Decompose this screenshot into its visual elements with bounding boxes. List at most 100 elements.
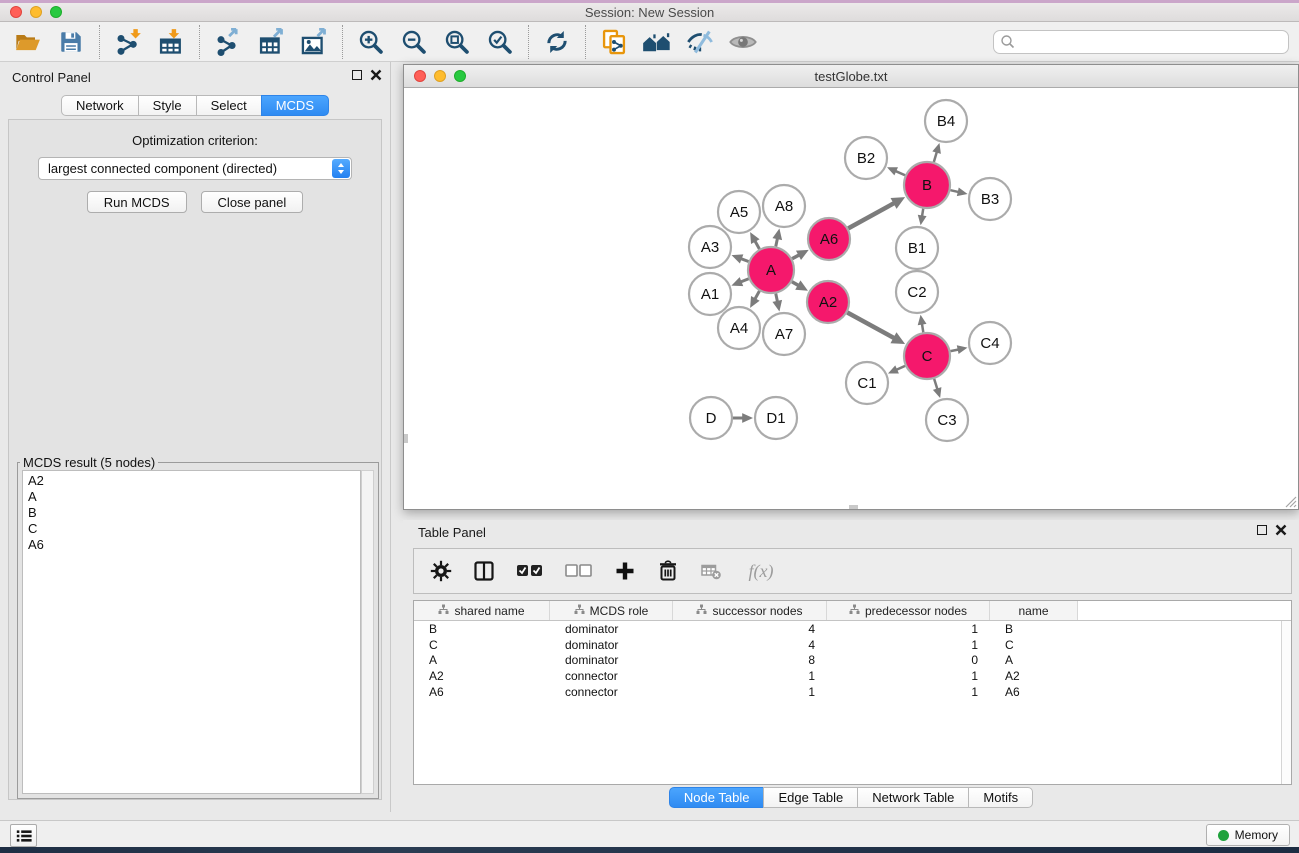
mcds-result-item[interactable]: A2: [28, 473, 355, 489]
import-network-icon[interactable]: [111, 25, 145, 59]
graph-node-A[interactable]: A: [748, 247, 794, 293]
import-table-icon[interactable]: [154, 25, 188, 59]
zoom-out-icon[interactable]: [397, 25, 431, 59]
apply-layout-icon[interactable]: [540, 25, 574, 59]
home-icon[interactable]: [640, 25, 674, 59]
graph-node-A5[interactable]: A5: [718, 191, 760, 233]
tab-node-table[interactable]: Node Table: [669, 787, 765, 808]
table-row[interactable]: A6connector11A6: [414, 684, 1291, 700]
cell-name[interactable]: B: [990, 622, 1078, 636]
graph-node-D1[interactable]: D1: [755, 397, 797, 439]
table-row[interactable]: A2connector11A2: [414, 668, 1291, 684]
zoom-selected-icon[interactable]: [483, 25, 517, 59]
tab-select[interactable]: Select: [196, 95, 262, 116]
table-settings-icon[interactable]: [428, 558, 454, 584]
memory-button[interactable]: Memory: [1206, 824, 1290, 846]
zoom-in-icon[interactable]: [354, 25, 388, 59]
cell-shared-name[interactable]: A: [414, 653, 550, 667]
graph-node-A4[interactable]: A4: [718, 307, 760, 349]
graph-node-A2[interactable]: A2: [807, 281, 849, 323]
cell-successor-nodes[interactable]: 4: [673, 638, 827, 652]
graph-edge-B-B3[interactable]: [950, 190, 958, 192]
criterion-dropdown[interactable]: largest connected component (directed): [38, 157, 352, 180]
tab-style[interactable]: Style: [138, 95, 197, 116]
mcds-result-item[interactable]: A: [28, 489, 355, 505]
cell-MCDS-role[interactable]: dominator: [550, 638, 673, 652]
mcds-result-item[interactable]: A6: [28, 537, 355, 553]
float-panel-icon[interactable]: [352, 70, 362, 80]
delete-column-icon[interactable]: [655, 558, 681, 584]
export-table-icon[interactable]: [254, 25, 288, 59]
graph-edge-C-C2[interactable]: [922, 324, 923, 333]
graph-edge-A2-C[interactable]: [847, 313, 894, 339]
export-network-icon[interactable]: [211, 25, 245, 59]
cell-shared-name[interactable]: A6: [414, 685, 550, 699]
graph-node-A8[interactable]: A8: [763, 185, 805, 227]
task-history-button[interactable]: [10, 824, 37, 847]
table-row[interactable]: Adominator80A: [414, 652, 1291, 668]
column-header-successor-nodes[interactable]: successor nodes: [673, 601, 827, 620]
deselect-all-icon[interactable]: [563, 558, 595, 584]
column-header-predecessor-nodes[interactable]: predecessor nodes: [827, 601, 990, 620]
column-layout-icon[interactable]: [471, 558, 497, 584]
save-session-icon[interactable]: [54, 25, 88, 59]
graph-node-C[interactable]: C: [904, 333, 950, 379]
mcds-result-list[interactable]: A2ABCA6: [22, 470, 361, 794]
close-table-panel-icon[interactable]: [1275, 524, 1287, 536]
open-session-icon[interactable]: [11, 25, 45, 59]
tab-mcds[interactable]: MCDS: [261, 95, 329, 116]
tab-motifs[interactable]: Motifs: [968, 787, 1033, 808]
network-window-titlebar[interactable]: testGlobe.txt: [404, 65, 1298, 88]
graph-node-C2[interactable]: C2: [896, 271, 938, 313]
graph-node-A3[interactable]: A3: [689, 226, 731, 268]
graph-node-B[interactable]: B: [904, 162, 950, 208]
table-row[interactable]: Bdominator41B: [414, 621, 1291, 637]
graph-edge-A-A1[interactable]: [741, 279, 749, 282]
cell-predecessor-nodes[interactable]: 1: [827, 638, 990, 652]
delete-table-icon[interactable]: [698, 558, 724, 584]
graph-node-C4[interactable]: C4: [969, 322, 1011, 364]
cell-name[interactable]: C: [990, 638, 1078, 652]
show-panel-icon[interactable]: [726, 25, 760, 59]
float-table-panel-icon[interactable]: [1257, 525, 1267, 535]
graph-edge-A-A3[interactable]: [741, 259, 749, 262]
result-list-scrollbar[interactable]: [361, 470, 374, 794]
graph-edge-A-A7[interactable]: [776, 294, 778, 302]
cell-name[interactable]: A: [990, 653, 1078, 667]
node-table[interactable]: shared nameMCDS rolesuccessor nodesprede…: [413, 600, 1292, 785]
graph-node-C1[interactable]: C1: [846, 362, 888, 404]
column-header-name[interactable]: name: [990, 601, 1078, 620]
graph-edge-A6-B[interactable]: [848, 203, 894, 228]
column-sort-icon[interactable]: [696, 604, 707, 618]
graph-node-A7[interactable]: A7: [763, 313, 805, 355]
cell-predecessor-nodes[interactable]: 0: [827, 653, 990, 667]
graph-node-B3[interactable]: B3: [969, 178, 1011, 220]
cell-MCDS-role[interactable]: connector: [550, 685, 673, 699]
cell-MCDS-role[interactable]: dominator: [550, 622, 673, 636]
cell-name[interactable]: A6: [990, 685, 1078, 699]
function-builder-icon[interactable]: f(x): [741, 558, 781, 584]
graph-edge-A-A6[interactable]: [792, 255, 799, 259]
cell-successor-nodes[interactable]: 8: [673, 653, 827, 667]
hide-panel-icon[interactable]: [683, 25, 717, 59]
graph-node-C3[interactable]: C3: [926, 399, 968, 441]
tab-network[interactable]: Network: [61, 95, 139, 116]
graph-edge-B-B4[interactable]: [934, 152, 937, 162]
mcds-result-item[interactable]: C: [28, 521, 355, 537]
cell-shared-name[interactable]: C: [414, 638, 550, 652]
graph-node-B1[interactable]: B1: [896, 227, 938, 269]
graph-edge-B-B1[interactable]: [922, 209, 923, 217]
clone-network-icon[interactable]: [597, 25, 631, 59]
cell-shared-name[interactable]: B: [414, 622, 550, 636]
cell-name[interactable]: A2: [990, 669, 1078, 683]
graph-edge-A-A5[interactable]: [755, 241, 760, 249]
add-column-icon[interactable]: [612, 558, 638, 584]
table-scrollbar[interactable]: [1281, 621, 1291, 784]
cell-shared-name[interactable]: A2: [414, 669, 550, 683]
graph-edge-C-C3[interactable]: [934, 379, 937, 390]
cell-MCDS-role[interactable]: dominator: [550, 653, 673, 667]
graph-edge-B-B2[interactable]: [895, 171, 905, 175]
graph-node-B4[interactable]: B4: [925, 100, 967, 142]
column-sort-icon[interactable]: [574, 604, 585, 618]
graph-node-A6[interactable]: A6: [808, 218, 850, 260]
